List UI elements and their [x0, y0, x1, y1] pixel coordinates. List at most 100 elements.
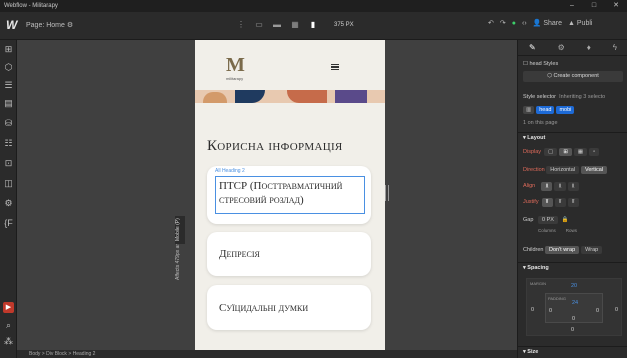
components-icon[interactable]: ⬡ — [0, 62, 17, 73]
size-title: Size — [527, 349, 539, 355]
code-icon[interactable]: ‹› — [522, 20, 527, 27]
justify-label: Justify — [523, 199, 539, 205]
on-page-count: 1 on this page — [523, 120, 558, 126]
brush-icon[interactable]: ✎ — [529, 43, 536, 52]
info-card[interactable]: Депресія — [207, 232, 371, 276]
size-section[interactable]: ▾ Size — [518, 346, 627, 356]
selector-icon[interactable]: ▥ — [523, 106, 535, 114]
padding-left[interactable]: 0 — [549, 308, 552, 314]
settings-icon[interactable]: ⚙ — [0, 198, 17, 209]
align-row: Align ⫫ ⫫ ⫫ — [523, 182, 581, 191]
pages-icon[interactable]: ▤ — [0, 98, 17, 109]
breakpoint-tag[interactable]: Mobile (P) — [175, 216, 185, 244]
interactions-icon[interactable]: ϟ — [613, 43, 617, 52]
gap-input[interactable]: 0 PX — [538, 216, 558, 224]
display-row: Display ▢ ⊞ ▦ ▫ — [523, 148, 601, 156]
selection-tag: All Heading 2 — [215, 168, 245, 174]
margin-bottom[interactable]: 0 — [571, 327, 574, 333]
children-row: Children Don't wrap Wrap — [523, 246, 604, 254]
style-panel: ✎ ⚙ ♦ ϟ ☐ head Styles ⬡ Create component… — [517, 40, 627, 358]
undo-icon[interactable]: ↶ — [488, 19, 494, 27]
justify-start[interactable]: ⫪ — [541, 198, 553, 207]
align-start[interactable]: ⫫ — [541, 182, 553, 191]
tablet-breakpoint-icon[interactable]: ▭ — [253, 20, 265, 30]
card-title[interactable]: ПТСР (Посттравматичний стресовий розлад) — [219, 179, 359, 207]
lock-icon[interactable]: 🔒 — [561, 217, 568, 223]
navigator-icon[interactable]: ☰ — [0, 80, 17, 91]
share-button[interactable]: 👤 Share — [533, 19, 562, 27]
padding-bottom[interactable]: 0 — [572, 316, 575, 322]
webflow-logo[interactable]: W — [6, 18, 17, 32]
site-logo-sub: militarapy — [226, 76, 244, 81]
align-label: Align — [523, 183, 536, 189]
redo-icon[interactable]: ↷ — [500, 19, 506, 27]
align-center[interactable]: ⫫ — [554, 182, 566, 191]
collaborators-icon[interactable]: ⁂ — [0, 336, 17, 347]
padding-right[interactable]: 0 — [596, 308, 599, 314]
logic-icon[interactable]: {F — [0, 218, 17, 228]
margin-left[interactable]: 0 — [531, 307, 534, 313]
spacing-box: MARGIN 20 0 0 0 PADDING 24 0 0 0 — [526, 278, 622, 336]
layout-section[interactable]: ▾ Layout — [518, 132, 627, 142]
padding-top[interactable]: 24 — [572, 300, 578, 306]
grid-icon[interactable]: ▦ — [289, 20, 301, 30]
display-grid[interactable]: ▦ — [573, 148, 588, 156]
ecommerce-icon[interactable]: ⊡ — [0, 158, 17, 169]
mobile-portrait-icon[interactable]: ▮ — [307, 20, 319, 30]
display-block[interactable]: ▢ — [544, 148, 558, 156]
class-pill[interactable]: mobi — [556, 106, 575, 114]
users-icon[interactable]: ☷ — [0, 138, 17, 149]
justify-end[interactable]: ⫪ — [567, 198, 579, 207]
site-logo[interactable]: M — [226, 55, 248, 75]
margin-right[interactable]: 0 — [615, 307, 618, 313]
search-icon[interactable]: ⌕ — [0, 320, 17, 331]
resize-handle[interactable] — [385, 185, 389, 201]
spacing-section[interactable]: ▾ Spacing — [518, 262, 627, 272]
display-flex[interactable]: ⊞ — [559, 148, 572, 156]
assets-icon[interactable]: ◫ — [0, 178, 17, 189]
head-styles-label: head Styles — [529, 61, 559, 67]
padding-box: PADDING 24 0 0 0 — [545, 293, 603, 323]
topbar-actions: ↶ ↷ ● ‹› 👤 Share ▲ Publi — [488, 19, 592, 28]
direction-vertical[interactable]: Vertical — [581, 166, 608, 174]
publish-label: Publi — [576, 19, 593, 27]
drops-icon[interactable]: ♦ — [587, 43, 591, 52]
class-pill[interactable]: head — [536, 106, 555, 114]
display-inline[interactable]: ▫ — [589, 148, 600, 156]
padding-label: PADDING — [548, 296, 566, 301]
cms-icon[interactable]: ⛁ — [0, 118, 17, 129]
create-component-button[interactable]: ⬡ Create component — [523, 71, 623, 82]
close-button[interactable]: ✕ — [605, 0, 627, 12]
breadcrumb[interactable]: Body > Div Block > Heading 2 — [17, 350, 517, 358]
page-selector[interactable]: Page: Home ⚙ — [26, 21, 73, 29]
share-label: Share — [543, 20, 563, 27]
dont-wrap[interactable]: Don't wrap — [545, 246, 580, 254]
gap-sub: Columns Rows — [523, 228, 577, 233]
class-pills: ▥ head mobi — [523, 106, 576, 114]
add-icon[interactable]: ⊞ — [0, 44, 17, 55]
maximize-button[interactable]: □ — [583, 0, 605, 12]
head-styles: ☐ head Styles — [523, 61, 559, 67]
gear-icon[interactable]: ⚙ — [67, 22, 73, 29]
gear-icon[interactable]: ⚙ — [558, 43, 565, 52]
direction-horizontal[interactable]: Horizontal — [546, 166, 579, 174]
panel-tabs: ✎ ⚙ ♦ ϟ — [518, 40, 627, 56]
info-card[interactable]: All Heading 2 ПТСР (Посттравматичний стр… — [207, 166, 371, 224]
card-title[interactable]: Депресія — [219, 247, 260, 261]
justify-center[interactable]: ⫪ — [554, 198, 566, 207]
minimize-button[interactable]: – — [561, 0, 583, 12]
menu-icon[interactable] — [331, 64, 339, 70]
wrap[interactable]: Wrap — [581, 246, 603, 254]
info-card[interactable]: Суїцидальні думки — [207, 285, 371, 330]
desktop-breakpoint-icon[interactable]: ⋮ — [235, 20, 247, 30]
design-canvas[interactable]: Affects 479px and below Mobile (P) M mil… — [17, 40, 517, 358]
card-title[interactable]: Суїцидальні думки — [219, 301, 308, 315]
align-end[interactable]: ⫫ — [567, 182, 579, 191]
columns-label: Columns — [538, 228, 556, 233]
mobile-landscape-icon[interactable]: ▬ — [271, 20, 283, 30]
record-icon[interactable]: ▶ — [3, 302, 14, 313]
display-label: Display — [523, 149, 542, 155]
margin-top[interactable]: 20 — [571, 283, 577, 289]
section-heading[interactable]: Корисна інформація — [207, 138, 343, 155]
publish-button[interactable]: ▲ Publi — [568, 20, 592, 27]
